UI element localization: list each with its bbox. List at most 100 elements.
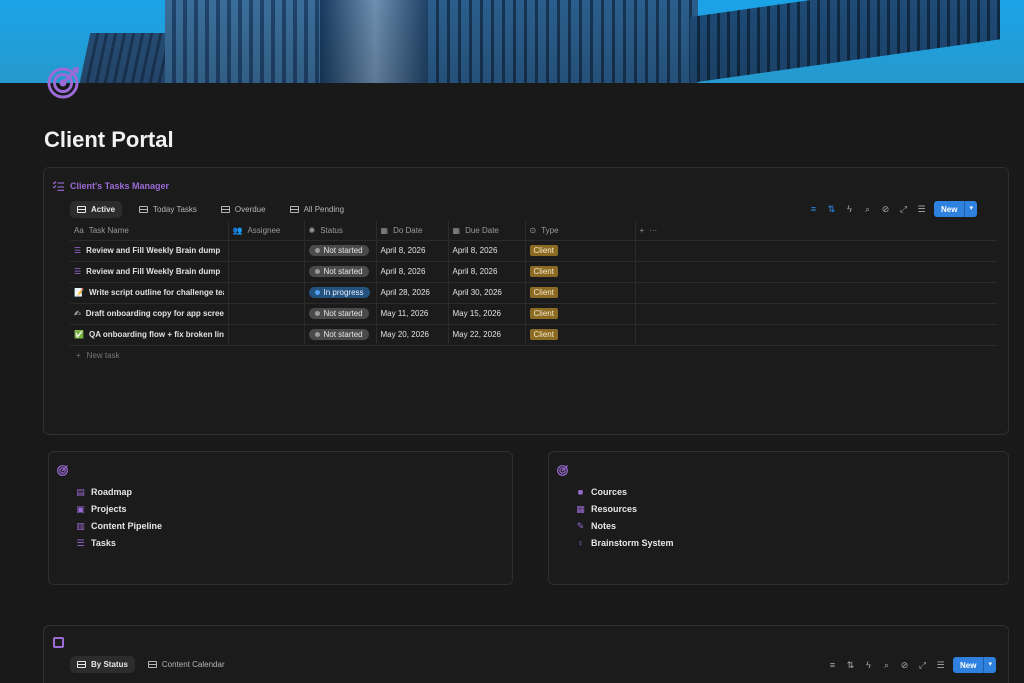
due-date-cell[interactable]: April 8, 2026	[448, 239, 526, 261]
expand-icon[interactable]: ⤢	[917, 660, 928, 670]
status-badge[interactable]: Not started	[308, 308, 369, 319]
table-row[interactable]: ☰ Review and Fill Weekly Brain dump Not s…	[70, 239, 997, 261]
link-projects[interactable]: ▣ Projects	[75, 503, 162, 515]
table-row[interactable]: ✅ QA onboarding flow + fix broken links N…	[70, 323, 997, 346]
task-name[interactable]: Review and Fill Weekly Brain dump	[86, 246, 220, 255]
link-roadmap[interactable]: ▤ Roadmap	[75, 486, 162, 498]
due-date-cell[interactable]: May 15, 2026	[448, 302, 526, 324]
link-tasks[interactable]: ☰ Tasks	[75, 537, 162, 549]
do-date-cell[interactable]: May 20, 2026	[376, 323, 449, 346]
link-label: Resources	[591, 504, 638, 514]
add-property-icon[interactable]: +	[640, 226, 645, 235]
automation-icon[interactable]: ϟ	[863, 660, 874, 670]
status-label: Not started	[323, 309, 363, 318]
column-label: Type	[541, 225, 559, 235]
projects-icon: ▣	[76, 503, 85, 514]
type-tag[interactable]: Client	[529, 245, 558, 256]
tab-active[interactable]: Active	[70, 201, 123, 218]
database-title[interactable]: Client's Tasks Manager	[53, 181, 169, 191]
column-header-type[interactable]: ⊙ Type	[525, 221, 636, 240]
board-icon[interactable]	[53, 637, 64, 648]
table-icon	[220, 206, 230, 213]
column-header-do-date[interactable]: ▦ Do Date	[376, 221, 449, 240]
assignee-cell[interactable]	[228, 302, 305, 324]
column-header-assignee[interactable]: 👥 Assignee	[228, 221, 305, 240]
link-label: Brainstorm System	[591, 538, 674, 548]
task-name[interactable]: Draft onboarding copy for app screen	[86, 309, 224, 318]
link-list: ■ Cources ▦ Resources ✎ Notes ♀ Brainstorm S…	[575, 486, 674, 549]
new-button[interactable]: New ▾	[953, 657, 996, 673]
database-title-label: Client's Tasks Manager	[70, 181, 170, 191]
status-badge[interactable]: Not started	[308, 245, 369, 256]
status-badge[interactable]: In progress	[308, 287, 370, 298]
table-row[interactable]: 📝 Write script outline for challenge teas…	[70, 281, 997, 303]
tab-by-status[interactable]: By Status	[70, 656, 135, 673]
link-cources[interactable]: ■ Cources	[575, 486, 674, 498]
link-notes[interactable]: ✎ Notes	[575, 520, 674, 532]
assignee-cell[interactable]	[228, 281, 305, 303]
table-icon	[77, 206, 86, 213]
target-icon[interactable]	[47, 64, 83, 100]
link-brainstorm-system[interactable]: ♀ Brainstorm System	[575, 537, 674, 549]
tab-all-pending[interactable]: All Pending	[283, 201, 351, 218]
do-date-cell[interactable]: April 8, 2026	[376, 260, 449, 282]
chevron-down-icon[interactable]: ▾	[983, 657, 996, 673]
automation-icon[interactable]: ϟ	[844, 204, 855, 214]
chevron-down-icon[interactable]: ▾	[964, 201, 977, 217]
tab-label: Active	[91, 205, 116, 214]
column-header-status[interactable]: ✺ Status	[304, 221, 377, 240]
expand-icon[interactable]: ⤢	[898, 204, 909, 214]
status-icon: ✺	[308, 225, 316, 235]
column-header-actions: + ···	[635, 221, 997, 240]
sort-icon[interactable]: ⇅	[826, 204, 837, 214]
new-button-label: New	[941, 205, 958, 214]
column-header-due-date[interactable]: ▦ Due Date	[448, 221, 526, 240]
checklist-icon: ☰	[74, 246, 82, 255]
do-date-cell[interactable]: April 28, 2026	[376, 281, 449, 303]
navigation-card-left: ▤ Roadmap ▣ Projects ▥ Content Pipeline ☰ Ta…	[48, 451, 513, 585]
search-icon[interactable]: ⌕	[862, 204, 873, 214]
column-label: Task Name	[88, 225, 129, 235]
new-button[interactable]: New ▾	[934, 201, 977, 217]
task-name[interactable]: QA onboarding flow + fix broken links	[89, 330, 224, 339]
task-name[interactable]: Review and Fill Weekly Brain dump	[86, 267, 220, 276]
due-date-cell[interactable]: May 22, 2026	[448, 323, 526, 346]
due-date-cell[interactable]: April 30, 2026	[448, 281, 526, 303]
target-icon	[557, 465, 568, 476]
filter-icon[interactable]: ≡	[827, 660, 838, 670]
new-task-button[interactable]: + New task	[76, 351, 120, 360]
task-name[interactable]: Write script outline for challenge teas	[89, 288, 224, 297]
filter-icon[interactable]: ≡	[808, 204, 819, 214]
people-icon: 👥	[232, 225, 243, 235]
type-tag[interactable]: Client	[529, 329, 558, 340]
search-icon[interactable]: ⌕	[881, 660, 892, 670]
tab-overdue[interactable]: Overdue	[214, 201, 273, 218]
search-remove-icon[interactable]: ⊘	[880, 204, 891, 214]
tab-today-tasks[interactable]: Today Tasks	[132, 201, 204, 218]
sort-icon[interactable]: ⇅	[845, 660, 856, 670]
table-row[interactable]: ✍ Draft onboarding copy for app screen No…	[70, 302, 997, 324]
more-icon[interactable]: ···	[649, 226, 657, 235]
search-remove-icon[interactable]: ⊘	[899, 660, 910, 670]
table-row[interactable]: ☰ Review and Fill Weekly Brain dump Not s…	[70, 260, 997, 282]
database-toolbar: ≡ ⇅ ϟ ⌕ ⊘ ⤢ ☰ New ▾	[808, 201, 977, 217]
type-tag[interactable]: Client	[529, 266, 558, 277]
assignee-cell[interactable]	[228, 260, 305, 282]
do-date-cell[interactable]: May 11, 2026	[376, 302, 449, 324]
video-camera-icon: ■	[577, 487, 584, 497]
status-badge[interactable]: Not started	[308, 266, 369, 277]
due-date-cell[interactable]: April 8, 2026	[448, 260, 526, 282]
assignee-cell[interactable]	[228, 239, 305, 261]
tab-content-calendar[interactable]: Content Calendar	[141, 656, 232, 673]
settings-sliders-icon[interactable]: ☰	[916, 204, 927, 214]
type-tag[interactable]: Client	[529, 308, 558, 319]
text-property-icon: Aa	[74, 225, 84, 235]
link-resources[interactable]: ▦ Resources	[575, 503, 674, 515]
status-badge[interactable]: Not started	[308, 329, 369, 340]
assignee-cell[interactable]	[228, 323, 305, 346]
settings-sliders-icon[interactable]: ☰	[935, 660, 946, 670]
do-date-cell[interactable]: April 8, 2026	[376, 239, 449, 261]
column-header-task-name[interactable]: Aa Task Name	[70, 221, 229, 240]
link-content-pipeline[interactable]: ▥ Content Pipeline	[75, 520, 162, 532]
type-tag[interactable]: Client	[529, 287, 558, 298]
